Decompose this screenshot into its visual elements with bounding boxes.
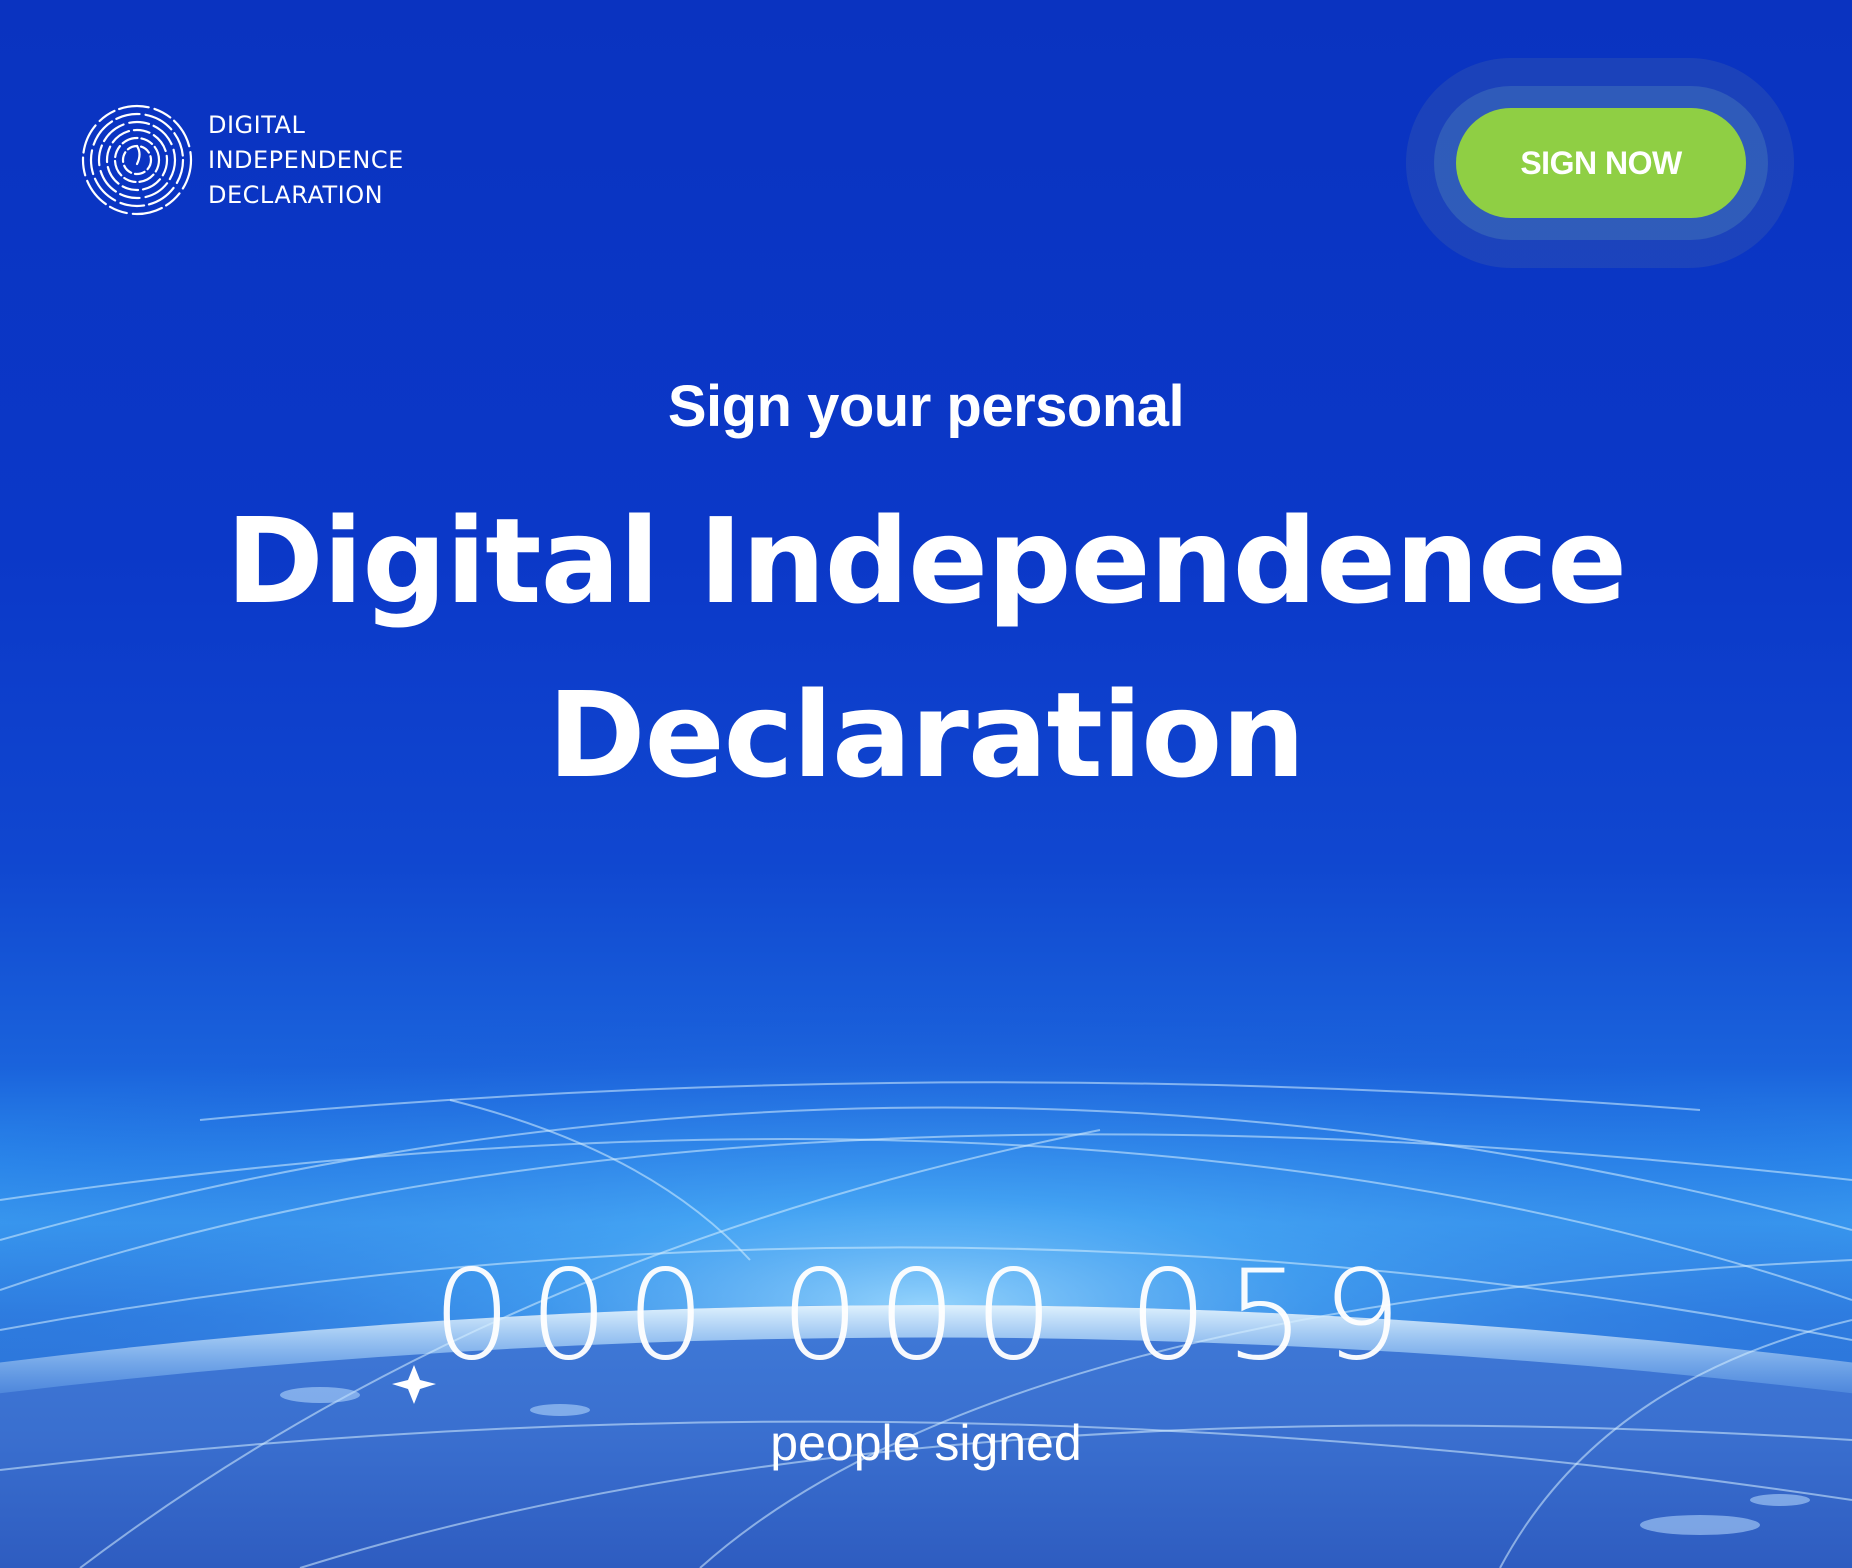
logo-line-2: INDEPENDENCE (208, 145, 404, 174)
hero-title: Digital Independence Declaration (0, 474, 1852, 822)
hero-title-line-2: Declaration (547, 666, 1306, 804)
hero-title-line-1: Digital Independence (225, 492, 1627, 630)
hero-subtitle: Sign your personal (667, 374, 1185, 439)
logo-line-3: DECLARATION (208, 180, 384, 209)
sign-now-button[interactable]: SIGN NOW (1456, 108, 1746, 218)
signature-counter: 000 000 059 (432, 1244, 1420, 1388)
site-logo[interactable]: DIGITAL INDEPENDENCE DECLARATION (80, 80, 404, 240)
logo-wordmark: DIGITAL INDEPENDENCE DECLARATION (208, 108, 404, 213)
fingerprint-globe-icon (81, 104, 193, 216)
logo-line-1: DIGITAL (208, 110, 306, 139)
signature-counter-label: people signed (770, 1415, 1082, 1471)
landing-page: DIGITAL INDEPENDENCE DECLARATION SIGN NO… (0, 0, 1852, 1568)
